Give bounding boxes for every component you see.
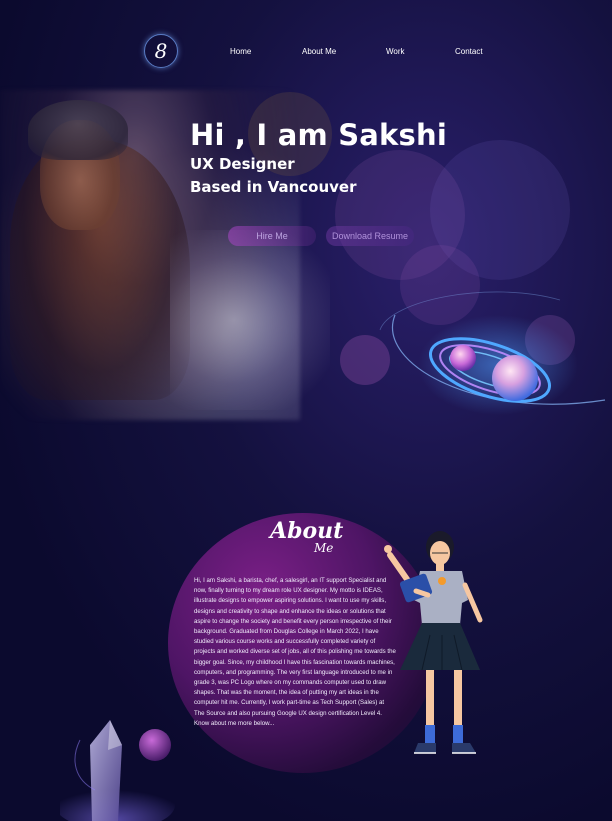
hero-photo-snow — [170, 230, 330, 410]
hero-location: Based in Vancouver — [190, 178, 357, 196]
nav-about-link[interactable]: About Me — [302, 47, 336, 56]
about-body-text: Hi, I am Sakshi, a barista, chef, a sale… — [194, 577, 396, 727]
portfolio-page: 8 Home About Me Work Contact Hi , I am S… — [0, 0, 612, 821]
logo-glyph: 8 — [154, 39, 168, 63]
nav-contact-link[interactable]: Contact — [455, 47, 483, 56]
about-heading-sub: Me — [314, 541, 334, 555]
hero-title: Hi , I am Sakshi — [190, 118, 447, 152]
hire-me-button[interactable]: Hire Me — [228, 226, 316, 246]
planet-orbit-illustration — [379, 291, 606, 415]
logo-monogram-icon[interactable]: 8 — [144, 34, 178, 68]
girl-with-tablet-illustration — [384, 531, 483, 754]
nav-work-link[interactable]: Work — [386, 47, 405, 56]
hero-role: UX Designer — [190, 155, 295, 173]
nav-home-link[interactable]: Home — [230, 47, 251, 56]
download-resume-button[interactable]: Download Resume — [326, 226, 414, 246]
crystal-illustration — [60, 720, 175, 821]
hero-photo-hat — [28, 100, 128, 160]
